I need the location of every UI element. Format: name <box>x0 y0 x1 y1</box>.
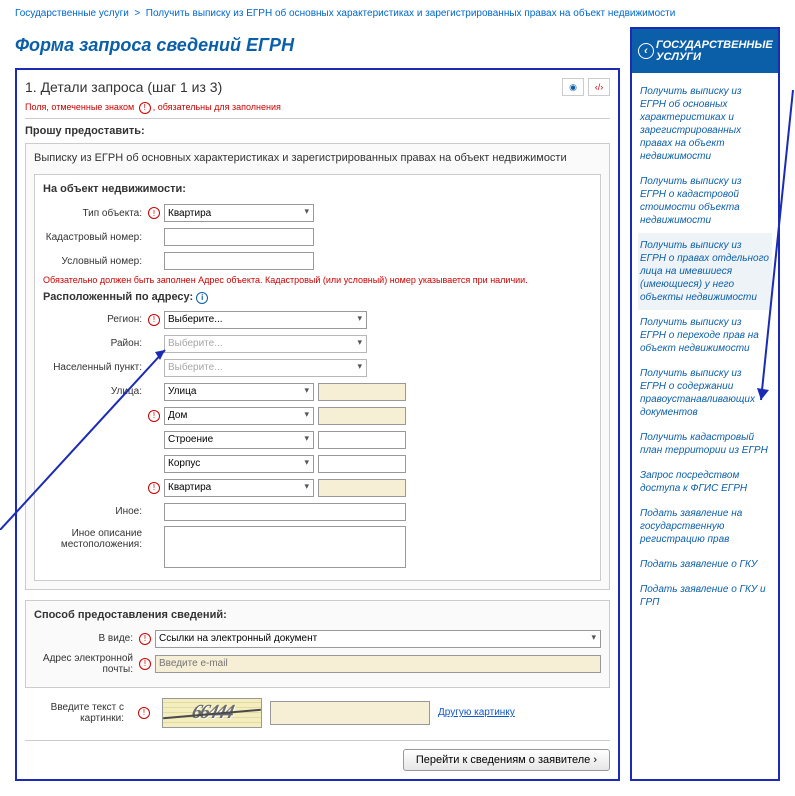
sidebar-item-9[interactable]: Подать заявление о ГКУ и ГРП <box>638 577 772 615</box>
sidebar-item-4[interactable]: Получить выписку из ЕГРН о содержании пр… <box>638 361 772 425</box>
korpus-value-input[interactable] <box>318 455 406 473</box>
cadastral-label: Кадастровый номер: <box>43 232 148 243</box>
conditional-input[interactable] <box>164 252 314 270</box>
page-title: Форма запроса сведений ЕГРН <box>15 35 620 56</box>
required-icon[interactable]: ! <box>148 207 160 219</box>
sidebar-item-5[interactable]: Получить кадастровый план территории из … <box>638 425 772 463</box>
info-icon[interactable]: i <box>196 292 208 304</box>
breadcrumb-current: Получить выписку из ЕГРН об основных хар… <box>146 8 676 19</box>
conditional-label: Условный номер: <box>43 256 148 267</box>
sidebar-item-1[interactable]: Получить выписку из ЕГРН о кадастровой с… <box>638 169 772 233</box>
addr-note: Обязательно должен быть заполнен Адрес о… <box>43 275 592 285</box>
step-title: 1. Детали запроса (шаг 1 из 3) <box>25 79 562 95</box>
provide-label: Прошу предоставить: <box>25 118 610 137</box>
captcha-refresh[interactable]: Другую картинку <box>438 707 515 718</box>
sidebar-item-0[interactable]: Получить выписку из ЕГРН об основных хар… <box>638 79 772 169</box>
settlement-select: Выберите... <box>164 359 367 377</box>
doc-section: Выписку из ЕГРН об основных характеристи… <box>25 143 610 590</box>
sidebar-item-7[interactable]: Подать заявление на государственную реги… <box>638 501 772 552</box>
object-legend: На объект недвижимости: <box>43 183 592 195</box>
object-fieldset: На объект недвижимости: Тип объекта: ! К… <box>34 174 601 581</box>
preview-icon[interactable]: ◉ <box>562 78 584 96</box>
required-icon[interactable]: ! <box>139 633 151 645</box>
sidebar-item-2[interactable]: Получить выписку из ЕГРН о правах отдель… <box>638 233 772 310</box>
form-label: В виде: <box>34 633 139 644</box>
captcha-image: 66444 <box>162 698 262 728</box>
breadcrumb: Государственные услуги > Получить выписк… <box>0 0 795 27</box>
building-type-select[interactable]: Строение <box>164 431 314 449</box>
street-value-input[interactable] <box>318 383 406 401</box>
breadcrumb-root[interactable]: Государственные услуги <box>15 8 129 19</box>
form-panel: 1. Детали запроса (шаг 1 из 3) ◉ ‹/› Пол… <box>15 68 620 781</box>
cadastral-input[interactable] <box>164 228 314 246</box>
korpus-type-select[interactable]: Корпус <box>164 455 314 473</box>
building-value-input[interactable] <box>318 431 406 449</box>
region-label: Регион: <box>43 314 148 325</box>
delivery-legend: Способ предоставления сведений: <box>34 609 601 621</box>
sidebar-header: ГОСУДАРСТВЕННЫЕ УСЛУГИ <box>632 29 778 73</box>
xml-icon[interactable]: ‹/› <box>588 78 610 96</box>
desc-label: Иное описание местоположения: <box>43 526 148 550</box>
required-icon[interactable]: ! <box>148 314 160 326</box>
required-icon[interactable]: ! <box>148 410 160 422</box>
house-value-input[interactable] <box>318 407 406 425</box>
sidebar-item-8[interactable]: Подать заявление о ГКУ <box>638 552 772 577</box>
desc-textarea[interactable] <box>164 526 406 568</box>
email-input[interactable] <box>155 655 601 673</box>
type-label: Тип объекта: <box>43 208 148 219</box>
type-select[interactable]: Квартира <box>164 204 314 222</box>
other-input[interactable] <box>164 503 406 521</box>
doc-static-text: Выписку из ЕГРН об основных характеристи… <box>34 152 601 164</box>
sidebar-item-3[interactable]: Получить выписку из ЕГРН о переходе прав… <box>638 310 772 361</box>
required-marker-icon: ! <box>139 102 151 114</box>
required-icon[interactable]: ! <box>148 482 160 494</box>
sidebar-nav: Получить выписку из ЕГРН об основных хар… <box>632 73 778 621</box>
email-label: Адрес электронной почты: <box>34 653 139 675</box>
other-label: Иное: <box>43 506 148 517</box>
required-icon[interactable]: ! <box>138 707 150 719</box>
delivery-section: Способ предоставления сведений: В виде: … <box>25 600 610 688</box>
region-select[interactable]: Выберите... <box>164 311 367 329</box>
sidebar-item-6[interactable]: Запрос посредством доступа к ФГИС ЕГРН <box>638 463 772 501</box>
district-label: Район: <box>43 338 148 349</box>
required-icon[interactable]: ! <box>139 658 151 670</box>
sidebar: ГОСУДАРСТВЕННЫЕ УСЛУГИ Получить выписку … <box>630 27 780 781</box>
house-type-select[interactable]: Дом <box>164 407 314 425</box>
district-select: Выберите... <box>164 335 367 353</box>
captcha-input[interactable] <box>270 701 430 725</box>
submit-button[interactable]: Перейти к сведениям о заявителе › <box>403 749 610 771</box>
flat-type-select[interactable]: Квартира <box>164 479 314 497</box>
captcha-label: Введите текст с картинки: <box>25 702 130 724</box>
delivery-form-select[interactable]: Ссылки на электронный документ <box>155 630 601 648</box>
settlement-label: Населенный пункт: <box>43 362 148 373</box>
located-label: Расположенный по адресу: i <box>43 291 592 304</box>
required-hint: Поля, отмеченные знаком !, обязательны д… <box>25 102 610 114</box>
street-label: Улица: <box>43 386 148 397</box>
flat-value-input[interactable] <box>318 479 406 497</box>
street-type-select[interactable]: Улица <box>164 383 314 401</box>
